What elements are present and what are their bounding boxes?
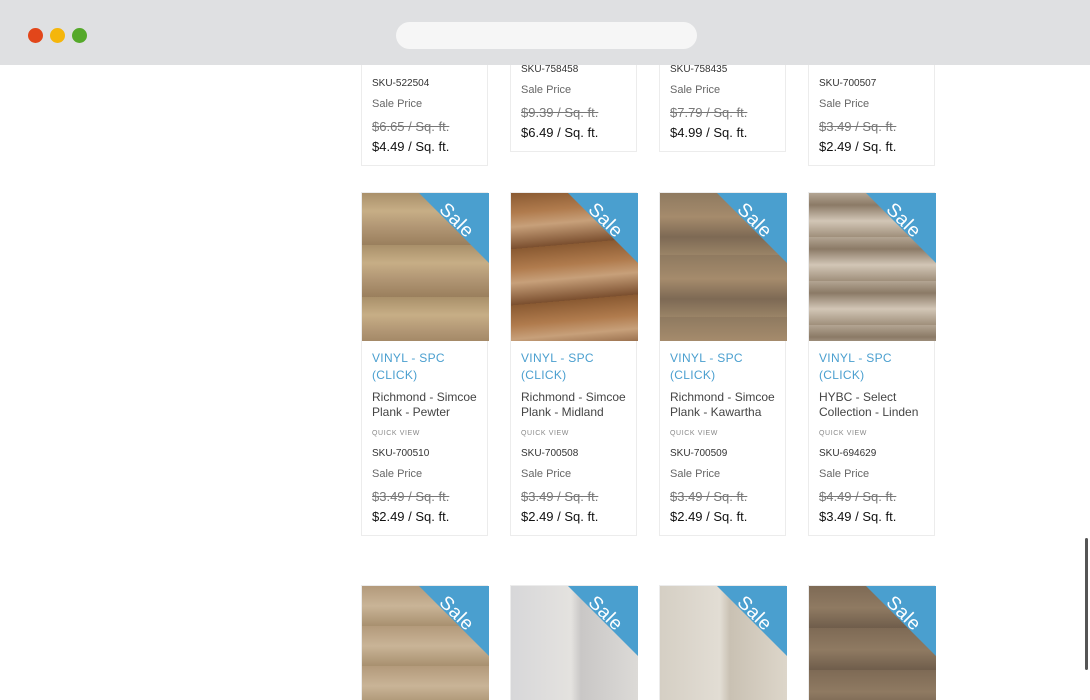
- original-price: $3.49 / Sq. ft.: [819, 119, 897, 134]
- sale-price-label: Sale Price: [521, 468, 572, 480]
- product-sku: SKU-522504: [372, 78, 430, 89]
- sale-price: $2.49 / Sq. ft.: [819, 139, 897, 154]
- product-category-link[interactable]: VINYL - SPC (CLICK): [372, 350, 477, 384]
- quick-view-link[interactable]: QUICK VIEW: [521, 430, 626, 437]
- product-image[interactable]: Sale: [362, 586, 489, 700]
- product-image[interactable]: Sale: [511, 586, 638, 700]
- product-card[interactable]: Sale VINYL - SPC (CLICK) HYBC - Select C…: [808, 192, 936, 536]
- quick-view-link[interactable]: QUICK VIEW: [819, 430, 924, 437]
- sale-price: $4.99 / Sq. ft.: [670, 125, 748, 140]
- original-price: $3.49 / Sq. ft.: [521, 489, 599, 504]
- address-bar[interactable]: [396, 22, 697, 49]
- product-image[interactable]: Sale: [660, 193, 787, 341]
- sale-price: $2.49 / Sq. ft.: [670, 509, 748, 524]
- sale-price: $3.49 / Sq. ft.: [819, 509, 897, 524]
- product-sku: SKU-700509: [670, 448, 728, 459]
- product-sku: SKU-758435: [670, 65, 728, 75]
- product-name-link[interactable]: Richmond - Simcoe Plank - Kawartha: [670, 390, 775, 420]
- sale-price-label: Sale Price: [372, 468, 423, 480]
- product-card[interactable]: SKU-700507 Sale Price $3.49 / Sq. ft. $2…: [808, 65, 935, 166]
- sale-price-label: Sale Price: [521, 84, 572, 96]
- product-name-link[interactable]: Richmond - Simcoe Plank - Pewter: [372, 390, 477, 420]
- scrollbar-thumb[interactable]: [1085, 538, 1088, 670]
- sale-price-label: Sale Price: [819, 98, 870, 110]
- original-price: $3.49 / Sq. ft.: [670, 489, 748, 504]
- product-sku: SKU-700507: [819, 78, 877, 89]
- product-image[interactable]: Sale: [809, 193, 936, 341]
- sale-price: $4.49 / Sq. ft.: [372, 139, 450, 154]
- original-price: $9.39 / Sq. ft.: [521, 105, 599, 120]
- product-category-link[interactable]: VINYL - SPC (CLICK): [670, 350, 775, 384]
- product-sku: SKU-700510: [372, 448, 430, 459]
- product-card[interactable]: Sale VINYL - SPC (CLICK) Richmond - Simc…: [361, 192, 489, 536]
- product-card[interactable]: SKU-522504 Sale Price $6.65 / Sq. ft. $4…: [361, 65, 488, 166]
- product-card[interactable]: Sale: [361, 585, 489, 700]
- sale-price: $2.49 / Sq. ft.: [521, 509, 599, 524]
- original-price: $4.49 / Sq. ft.: [819, 489, 897, 504]
- product-image[interactable]: Sale: [660, 586, 787, 700]
- original-price: $3.49 / Sq. ft.: [372, 489, 450, 504]
- product-grid: SKU-522504 Sale Price $6.65 / Sq. ft. $4…: [0, 65, 1090, 700]
- sale-price: $2.49 / Sq. ft.: [372, 509, 450, 524]
- product-name-link[interactable]: Richmond - Simcoe Plank - Midland: [521, 390, 626, 420]
- product-card[interactable]: SKU-758458 Sale Price $9.39 / Sq. ft. $6…: [510, 65, 637, 152]
- original-price: $6.65 / Sq. ft.: [372, 119, 450, 134]
- browser-chrome: [0, 0, 1090, 65]
- sale-price-label: Sale Price: [372, 98, 423, 110]
- product-image[interactable]: Sale: [511, 193, 638, 341]
- product-category-link[interactable]: VINYL - SPC (CLICK): [819, 350, 924, 384]
- product-card[interactable]: Sale: [808, 585, 936, 700]
- product-card[interactable]: Sale VINYL - SPC (CLICK) Richmond - Simc…: [659, 192, 787, 536]
- product-sku: SKU-700508: [521, 448, 579, 459]
- maximize-window-button[interactable]: [72, 28, 87, 43]
- product-card[interactable]: Sale VINYL - SPC (CLICK) Richmond - Simc…: [510, 192, 638, 536]
- close-window-button[interactable]: [28, 28, 43, 43]
- product-sku: SKU-694629: [819, 448, 877, 459]
- minimize-window-button[interactable]: [50, 28, 65, 43]
- quick-view-link[interactable]: QUICK VIEW: [670, 430, 775, 437]
- sale-price-label: Sale Price: [819, 468, 870, 480]
- quick-view-link[interactable]: QUICK VIEW: [372, 430, 477, 437]
- product-image[interactable]: Sale: [362, 193, 489, 341]
- product-category-link[interactable]: VINYL - SPC (CLICK): [521, 350, 626, 384]
- product-sku: SKU-758458: [521, 65, 579, 75]
- product-image[interactable]: Sale: [809, 586, 936, 700]
- original-price: $7.79 / Sq. ft.: [670, 105, 748, 120]
- sale-price-label: Sale Price: [670, 84, 721, 96]
- product-card[interactable]: Sale: [510, 585, 638, 700]
- sale-price: $6.49 / Sq. ft.: [521, 125, 599, 140]
- product-card[interactable]: SKU-758435 Sale Price $7.79 / Sq. ft. $4…: [659, 65, 786, 152]
- product-name-link[interactable]: HYBC - Select Collection - Linden: [819, 390, 924, 420]
- product-card[interactable]: Sale: [659, 585, 787, 700]
- sale-price-label: Sale Price: [670, 468, 721, 480]
